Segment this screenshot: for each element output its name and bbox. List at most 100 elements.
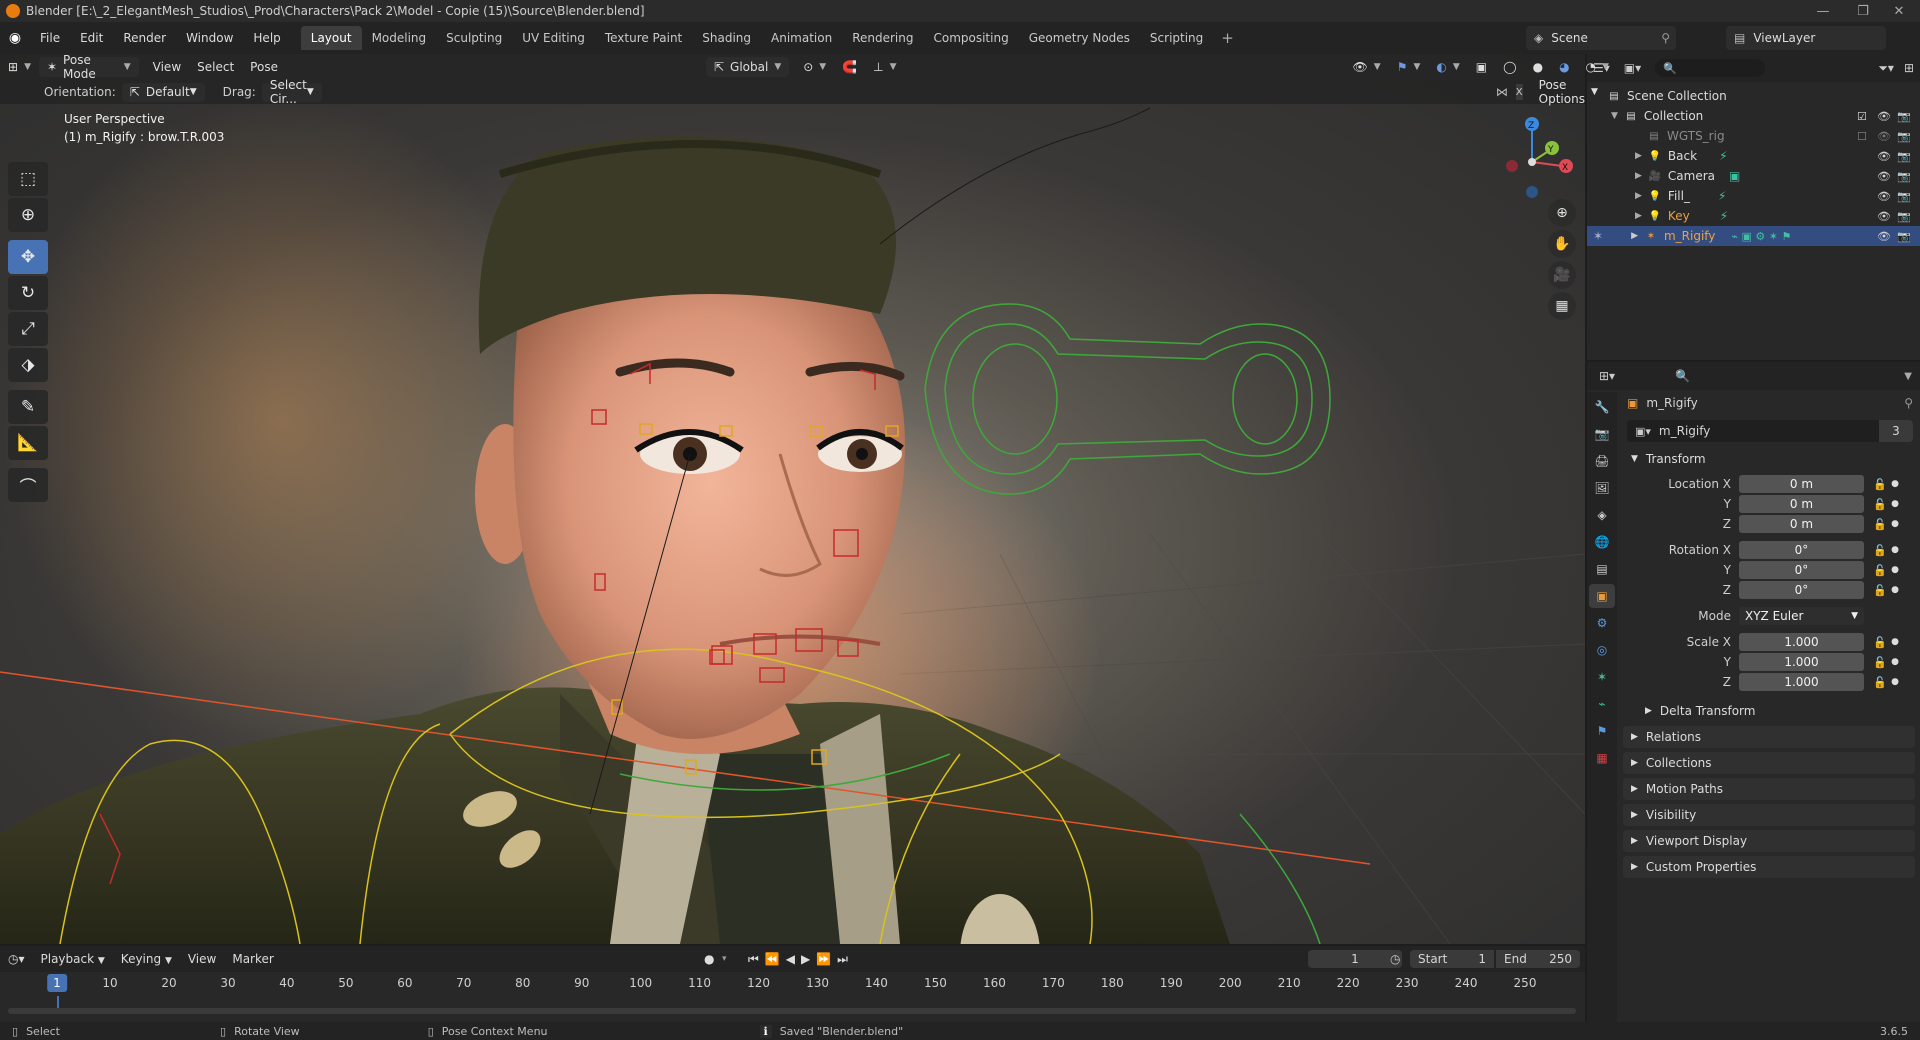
- camera-render-icon[interactable]: 📷: [1897, 110, 1911, 123]
- menu-playback[interactable]: Playback ▼: [33, 952, 113, 966]
- menu-help[interactable]: Help: [243, 31, 290, 45]
- tab-rendering[interactable]: Rendering: [842, 26, 923, 50]
- bone-tab-icon[interactable]: ⚑: [1589, 719, 1615, 743]
- visibility-icon[interactable]: 👁 ▼: [1345, 57, 1389, 77]
- lock-icon[interactable]: 🔓: [1870, 564, 1890, 577]
- menu-edit[interactable]: Edit: [70, 31, 113, 45]
- modifier-tab-icon[interactable]: ⚙: [1589, 611, 1615, 635]
- constraints-tab-icon[interactable]: ✶: [1589, 665, 1615, 689]
- preview-range-icon[interactable]: ◷: [1390, 952, 1400, 966]
- tab-geometry-nodes[interactable]: Geometry Nodes: [1019, 26, 1140, 50]
- display-mode-icon[interactable]: ▣▾: [1624, 61, 1641, 75]
- camera-view-icon[interactable]: 🎥: [1548, 261, 1576, 289]
- pose-options-dropdown[interactable]: Pose Options ▼: [1531, 78, 1606, 106]
- rotation-z-field[interactable]: 0°: [1739, 581, 1864, 599]
- pose-mode-row-icon[interactable]: ✶: [1593, 229, 1603, 243]
- material-shading-icon[interactable]: ◕: [1551, 57, 1577, 77]
- menu-file[interactable]: File: [30, 31, 70, 45]
- annotate-tool-icon[interactable]: ✎: [8, 390, 48, 424]
- keyframe-dot-icon[interactable]: ●: [1890, 565, 1900, 575]
- scale-x-field[interactable]: 1.000: [1739, 633, 1864, 651]
- menu-keying[interactable]: Keying ▼: [113, 952, 180, 966]
- eye-icon[interactable]: 👁: [1877, 190, 1891, 203]
- expand-arrow-icon[interactable]: ▶: [1631, 231, 1638, 241]
- keyframe-dot-icon[interactable]: ●: [1890, 657, 1900, 667]
- overlay-toggle-icon[interactable]: ◐ ▼: [1428, 57, 1467, 77]
- menu-select[interactable]: Select: [189, 57, 242, 77]
- lock-icon[interactable]: 🔓: [1870, 656, 1890, 669]
- timeline-scrollbar[interactable]: [8, 1008, 1576, 1014]
- rotate-tool-icon[interactable]: ↻: [8, 276, 48, 310]
- outliner-row-back[interactable]: ▶ 💡 Back ⚡ 👁 📷: [1587, 146, 1920, 166]
- tab-scripting[interactable]: Scripting: [1140, 26, 1213, 50]
- outliner-row-wgts-rig[interactable]: ▤ WGTS_rig ☐ 👁 📷: [1587, 126, 1920, 146]
- scene-tab-icon[interactable]: ◈: [1589, 503, 1615, 527]
- camera-render-icon[interactable]: 📷: [1897, 190, 1911, 203]
- user-count[interactable]: 3: [1879, 420, 1913, 442]
- filter-icon[interactable]: ⏷▾: [1878, 61, 1894, 76]
- timeline-editor-icon[interactable]: ◷▾: [0, 952, 33, 966]
- tab-compositing[interactable]: Compositing: [923, 26, 1018, 50]
- expand-arrow-icon[interactable]: ▶: [1635, 151, 1642, 161]
- tab-layout[interactable]: Layout: [300, 26, 362, 50]
- outliner-row-key[interactable]: ▶ 💡 Key ⚡ 👁 📷: [1587, 206, 1920, 226]
- collection-tab-icon[interactable]: ▤: [1589, 557, 1615, 581]
- keyframe-dot-icon[interactable]: ●: [1890, 585, 1900, 595]
- eye-icon[interactable]: 👁: [1877, 170, 1891, 183]
- wireframe-shading-icon[interactable]: ◯: [1495, 57, 1524, 77]
- expand-arrow-icon[interactable]: ▶: [1635, 211, 1642, 221]
- record-icon[interactable]: ●: [704, 952, 714, 966]
- solid-shading-icon[interactable]: ●: [1525, 57, 1551, 77]
- outliner-row-scene-collection[interactable]: ▤ Scene Collection: [1587, 86, 1920, 106]
- lock-icon[interactable]: 🔓: [1870, 636, 1890, 649]
- pin-icon[interactable]: ⚲: [1904, 396, 1913, 410]
- view-layer-tab-icon[interactable]: 🖼: [1589, 476, 1615, 500]
- eye-icon[interactable]: 👁: [1877, 110, 1891, 123]
- tab-uv-editing[interactable]: UV Editing: [512, 26, 595, 50]
- lock-icon[interactable]: 🔓: [1870, 478, 1890, 491]
- panel-viewport-display[interactable]: ▶ Viewport Display: [1623, 830, 1915, 852]
- tab-animation[interactable]: Animation: [761, 26, 842, 50]
- blender-menu-icon[interactable]: ◉: [0, 30, 30, 46]
- panel-collections[interactable]: ▶ Collections: [1623, 752, 1915, 774]
- keyframe-dot-icon[interactable]: ●: [1890, 637, 1900, 647]
- editor-type-icon[interactable]: ⊞ ▼: [0, 57, 39, 77]
- end-frame-field[interactable]: End 250: [1496, 950, 1580, 968]
- playback-controls[interactable]: ⏮⏪◀▶⏩⏭: [748, 952, 854, 967]
- menu-render[interactable]: Render: [113, 31, 176, 45]
- properties-editor-icon[interactable]: ⊞▾: [1599, 369, 1615, 383]
- tab-texture-paint[interactable]: Texture Paint: [595, 26, 692, 50]
- rotation-x-field[interactable]: 0°: [1739, 541, 1864, 559]
- mirror-icon[interactable]: ⋈: [1496, 85, 1508, 99]
- lock-icon[interactable]: 🔓: [1870, 498, 1890, 511]
- properties-options-icon[interactable]: ▼: [1904, 371, 1912, 382]
- xray-icon[interactable]: ▣: [1468, 57, 1495, 77]
- outliner-row-m-rigify[interactable]: ✶ ▶ ✶ m_Rigify ⌁ ▣ ⚙ ✶ ⚑ 👁 📷: [1587, 226, 1920, 246]
- gizmo-toggle-icon[interactable]: ⚑ ▼: [1389, 57, 1429, 77]
- start-frame-field[interactable]: Start 1: [1410, 950, 1494, 968]
- expand-arrow-icon[interactable]: ▶: [1635, 171, 1642, 181]
- close-button[interactable]: ✕: [1876, 0, 1920, 22]
- world-tab-icon[interactable]: 🌐: [1589, 530, 1615, 554]
- eye-icon[interactable]: 👁: [1877, 230, 1891, 243]
- eye-icon[interactable]: 👁: [1877, 130, 1891, 143]
- 3d-viewport[interactable]: User Perspective (1) m_Rigify : brow.T.R…: [0, 54, 1585, 944]
- lock-icon[interactable]: 🔓: [1870, 544, 1890, 557]
- modifier-icons[interactable]: ⌁ ▣ ⚙ ✶ ⚑: [1731, 230, 1791, 243]
- location-z-field[interactable]: 0 m: [1739, 515, 1864, 533]
- move-tool-icon[interactable]: ✥: [8, 240, 48, 274]
- panel-visibility[interactable]: ▶ Visibility: [1623, 804, 1915, 826]
- object-name-field[interactable]: ▣▾ m_Rigify 3: [1627, 420, 1913, 442]
- panel-custom-properties[interactable]: ▶ Custom Properties: [1623, 856, 1915, 878]
- menu-marker[interactable]: Marker: [224, 952, 281, 966]
- pivot-point-icon[interactable]: ⊙ ▼: [795, 57, 834, 77]
- transform-panel-header[interactable]: ▼ Transform: [1623, 448, 1915, 470]
- lock-icon[interactable]: 🔓: [1870, 676, 1890, 689]
- rotation-mode-dropdown[interactable]: XYZ Euler ▼: [1739, 607, 1864, 625]
- pin-icon[interactable]: ⚲: [1661, 31, 1670, 45]
- measure-tool-icon[interactable]: 📐: [8, 426, 48, 460]
- add-workspace-button[interactable]: +: [1213, 29, 1242, 47]
- panel-motion-paths[interactable]: ▶ Motion Paths: [1623, 778, 1915, 800]
- camera-render-icon[interactable]: 📷: [1897, 130, 1911, 143]
- snap-icon[interactable]: 🧲: [834, 57, 865, 77]
